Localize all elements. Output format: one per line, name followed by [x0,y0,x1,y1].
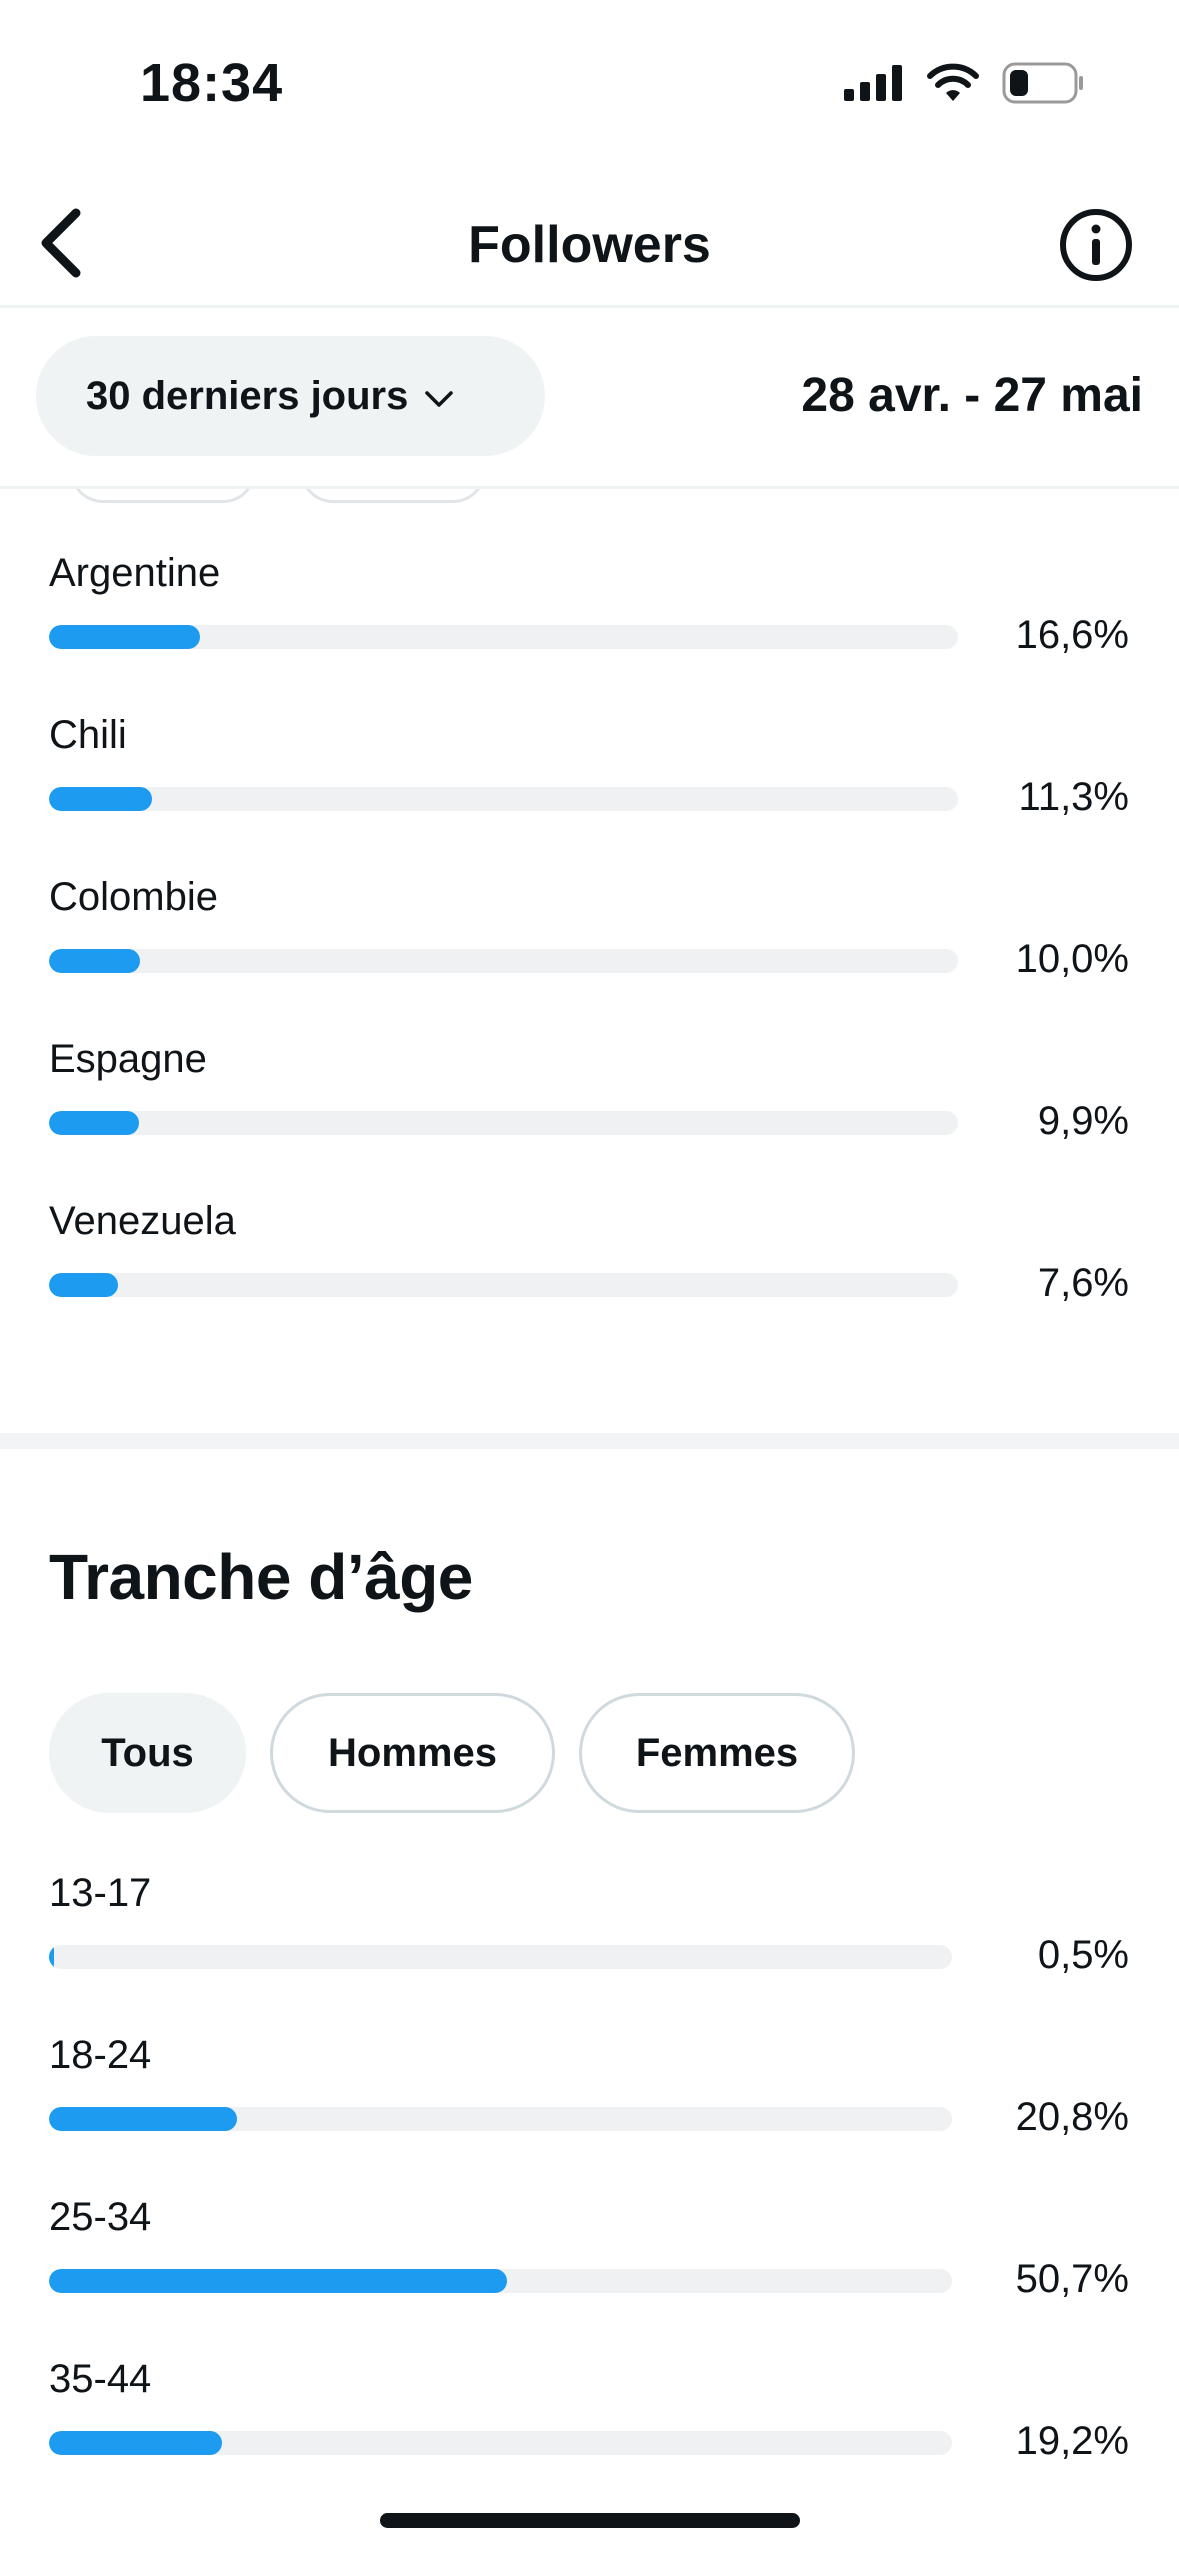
progress-track [49,949,958,973]
country-row-percentage: 11,3% [1018,775,1129,819]
age-row-percentage: 50,7% [1015,2257,1129,2301]
info-button[interactable] [1058,207,1134,283]
country-row-label: Venezuela [49,1199,236,1243]
country-row: Venezuela 7,6% [0,1199,1179,1361]
age-row: 13-17 0,5% [0,1871,1179,2033]
age-row-label: 35-44 [49,2357,152,2401]
progress-track [49,1111,958,1135]
filter-bar: 30 derniers jours 28 avr. - 27 mai [0,308,1179,489]
country-row: Chili 11,3% [0,713,1179,875]
country-row-percentage: 9,9% [1037,1099,1129,1143]
progress-track [49,787,958,811]
progress-track [49,1273,958,1297]
progress-track [49,2107,952,2131]
date-range-dropdown[interactable]: 30 derniers jours [36,336,545,456]
progress-fill [49,1111,139,1135]
country-row-label: Espagne [49,1037,207,1081]
chip-men[interactable]: Hommes [270,1693,555,1813]
country-row-percentage: 10,0% [1015,937,1129,981]
progress-fill [49,1945,54,1969]
status-time: 18:34 [140,53,284,113]
progress-track [49,2431,952,2455]
age-row: 35-44 19,2% [0,2357,1179,2519]
progress-fill [49,2107,237,2131]
country-row-label: Argentine [49,551,221,595]
age-row: 25-34 50,7% [0,2195,1179,2357]
progress-fill [49,787,152,811]
progress-track [49,1945,952,1969]
progress-fill [49,2269,507,2293]
age-row-percentage: 20,8% [1015,2095,1129,2139]
chip-label: Hommes [328,1730,497,1775]
age-row: 18-24 20,8% [0,2033,1179,2195]
battery-icon [1002,62,1084,109]
country-row-percentage: 7,6% [1037,1261,1129,1305]
chevron-down-icon [424,374,454,419]
wifi-icon [926,63,980,108]
country-row-label: Chili [49,713,127,757]
progress-fill [49,949,140,973]
header: Followers [0,185,1179,308]
age-row-percentage: 0,5% [1037,1933,1129,1977]
status-icons [844,62,1084,109]
country-row: Argentine 16,6% [0,551,1179,713]
country-row-label: Colombie [49,875,218,919]
progress-fill [49,625,200,649]
progress-track [49,2269,952,2293]
chip-label: Tous [101,1730,194,1775]
age-row-label: 13-17 [49,1871,152,1915]
progress-fill [49,1273,119,1297]
info-icon [1060,209,1132,281]
section-divider [0,1433,1179,1449]
chip-women[interactable]: Femmes [579,1693,855,1813]
chip-all[interactable]: Tous [49,1693,246,1813]
date-range-text: 28 avr. - 27 mai [801,369,1143,422]
age-row-label: 18-24 [49,2033,152,2077]
age-section-title: Tranche d’âge [49,1541,473,1613]
age-row-label: 25-34 [49,2195,152,2239]
home-indicator[interactable] [380,2513,800,2528]
chip-label: Femmes [635,1730,799,1775]
status-bar: 18:34 [0,0,1179,160]
progress-fill [49,2431,223,2455]
date-range-dropdown-label: 30 derniers jours [86,373,409,418]
country-row-percentage: 16,6% [1015,613,1129,657]
country-row: Espagne 9,9% [0,1037,1179,1199]
progress-track [49,625,958,649]
country-row: Colombie 10,0% [0,875,1179,1037]
age-row-percentage: 19,2% [1015,2419,1129,2463]
page-title: Followers [468,216,711,274]
cellular-signal-icon [844,65,904,106]
